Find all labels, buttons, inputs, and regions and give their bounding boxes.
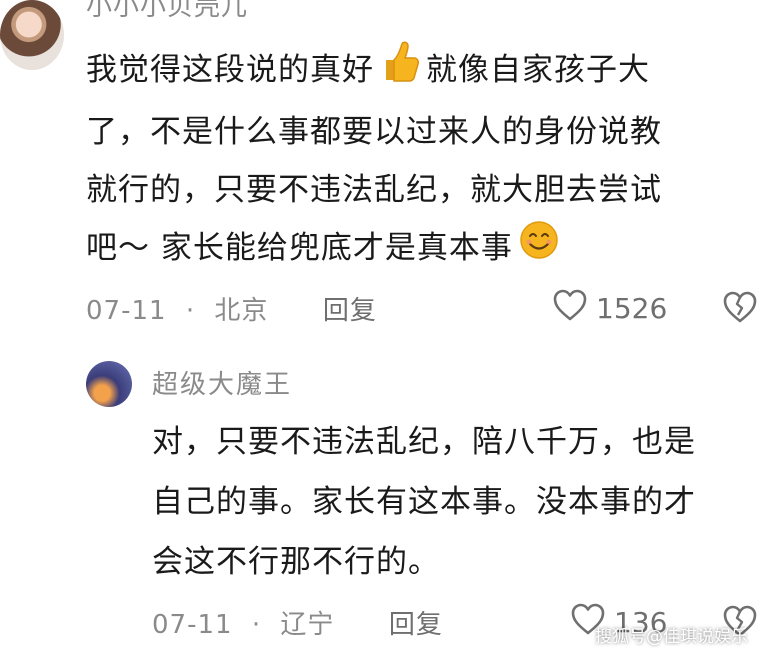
comment-meta: 07-11 · 北京 回复 bbox=[86, 290, 377, 327]
comment-text-segment: 就像自家孩子大 bbox=[426, 52, 650, 88]
watermark: 搜狐号@佳琪说娱乐 bbox=[595, 627, 748, 647]
reply-meta: 07-11 · 辽宁 回复 bbox=[152, 604, 443, 641]
reply-text: 对，只要不违法乱纪，陪八千万，也是 自己的事。家长有这本事。没本事的才 会这不行… bbox=[152, 412, 760, 592]
heart-icon bbox=[552, 288, 588, 329]
reply-date: 07-11 bbox=[152, 610, 233, 640]
smile-icon bbox=[519, 220, 559, 279]
comment-date: 07-11 bbox=[86, 296, 167, 326]
like-button[interactable]: 1526 bbox=[552, 288, 667, 329]
like-count: 1526 bbox=[596, 292, 668, 325]
thumbs-up-icon bbox=[380, 40, 420, 103]
comment-location: 北京 bbox=[214, 296, 269, 326]
comment-text-segment: 我觉得这段说的真好 bbox=[86, 52, 374, 88]
reply-location: 辽宁 bbox=[280, 610, 335, 640]
avatar[interactable] bbox=[0, 0, 64, 70]
comment-username[interactable]: 小小小贝壳儿 bbox=[86, 0, 248, 23]
reply-text-line: 自己的事。家长有这本事。没本事的才 bbox=[152, 484, 696, 520]
reply-text-line: 对，只要不违法乱纪，陪八千万，也是 bbox=[152, 424, 696, 460]
reply-button[interactable]: 回复 bbox=[323, 296, 377, 326]
comment-text-line: 就行的，只要不违法乱纪，就大胆去尝试 bbox=[86, 172, 662, 208]
meta-separator: · bbox=[185, 296, 196, 326]
comment-text: 我觉得这段说的真好 就像自家孩子大 了，不是什么事都要以过来人的身份说教 就行的… bbox=[86, 40, 746, 279]
reply-text-line: 会这不行那不行的。 bbox=[152, 544, 440, 580]
comment-text-segment: 吧～ 家长能给兜底才是真本事 bbox=[86, 230, 513, 266]
reply-username[interactable]: 超级大魔王 bbox=[152, 364, 292, 401]
reply-reply-button[interactable]: 回复 bbox=[389, 610, 443, 640]
comment-text-line: 了，不是什么事都要以过来人的身份说教 bbox=[86, 114, 662, 150]
broken-heart-icon[interactable] bbox=[722, 290, 758, 328]
reply-avatar[interactable] bbox=[86, 361, 132, 407]
meta-separator: · bbox=[251, 610, 262, 640]
